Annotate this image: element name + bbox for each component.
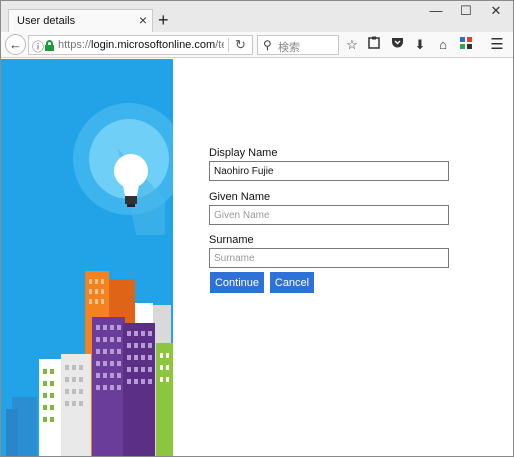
clipboard-icon[interactable] [365, 36, 383, 54]
url-host: login.microsoftonline.com [91, 39, 216, 51]
given-name-label: Given Name [209, 191, 271, 203]
star-icon[interactable]: ☆ [343, 36, 361, 54]
tab-strip: User details × + — ☐ ✕ [1, 1, 513, 33]
city-lightbulb-illustration [6, 103, 173, 456]
navigation-toolbar: ← ⓘ https://login.microsoftonline.com/te… [1, 32, 513, 58]
tab-close-icon[interactable]: × [139, 12, 147, 28]
new-tab-button[interactable]: + [158, 11, 169, 29]
info-icon[interactable]: ⓘ [32, 38, 44, 55]
url-path: /te/ [215, 39, 224, 51]
search-placeholder: 検索 [278, 42, 300, 54]
url-bar[interactable]: ⓘ https://login.microsoftonline.com/te/ … [28, 35, 253, 55]
back-arrow-icon[interactable]: ← [5, 34, 26, 55]
lock-icon[interactable] [45, 40, 54, 51]
continue-button[interactable]: Continue [210, 272, 264, 293]
home-icon[interactable]: ⌂ [434, 36, 452, 54]
display-name-label: Display Name [209, 147, 278, 159]
surname-field[interactable] [209, 248, 449, 268]
tab-title: User details [17, 15, 76, 27]
minimize-button[interactable]: — [421, 3, 451, 23]
display-name-field[interactable] [209, 161, 449, 181]
puzzle-icon[interactable] [457, 36, 475, 54]
cancel-button[interactable]: Cancel [270, 272, 314, 293]
illustration-panel [1, 59, 173, 456]
search-icon: ⚲ [263, 38, 272, 52]
maximize-button[interactable]: ☐ [451, 3, 481, 23]
user-details-form: Display Name Given Name Surname Continue… [173, 59, 513, 456]
pocket-icon[interactable] [388, 36, 406, 54]
url-scheme: https:// [58, 39, 92, 51]
surname-label: Surname [209, 234, 254, 246]
tab-user-details[interactable]: User details × [8, 9, 153, 33]
url-text[interactable]: https://login.microsoftonline.com/te/ [58, 39, 224, 51]
reload-icon[interactable]: ↻ [235, 37, 246, 53]
close-window-button[interactable]: ✕ [481, 3, 511, 23]
hamburger-menu-icon[interactable]: ☰ [488, 36, 506, 54]
search-bar[interactable]: ⚲ 検索 [257, 35, 339, 55]
url-divider [228, 38, 229, 52]
given-name-field[interactable] [209, 205, 449, 225]
download-icon[interactable]: ⬇ [411, 36, 429, 54]
